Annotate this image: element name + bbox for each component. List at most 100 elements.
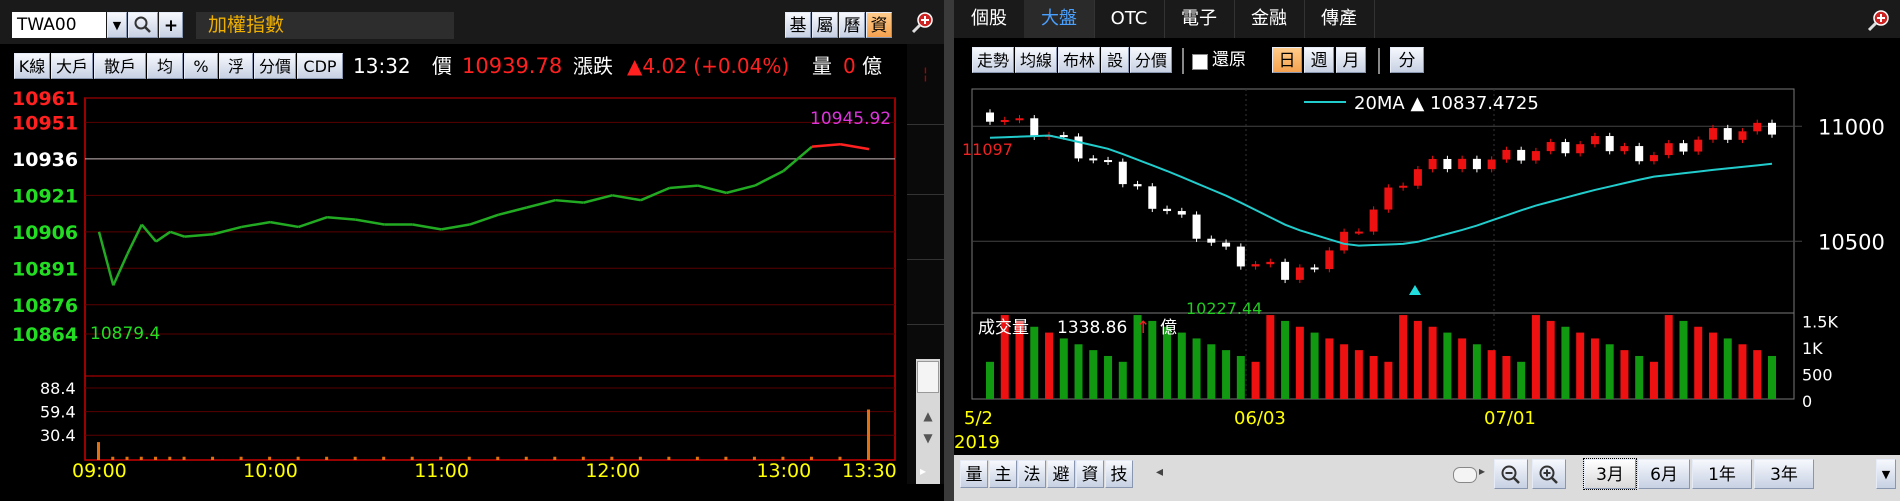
tab-3[interactable]: 電子: [1164, 0, 1235, 38]
price-line-segment: [555, 198, 584, 204]
volume-tick-label: 500: [1802, 365, 1833, 384]
info-button-attribute[interactable]: 屬: [812, 12, 838, 38]
tool-bollinger[interactable]: 布林: [1058, 47, 1100, 73]
candle-body: [1413, 169, 1422, 186]
bottom-tool-0[interactable]: 量: [960, 460, 988, 488]
candle-body: [1369, 209, 1378, 232]
volume-bar: [1635, 355, 1644, 399]
bottom-tool-5[interactable]: 技: [1105, 460, 1133, 488]
candle-body: [986, 112, 994, 122]
volume-bar: [410, 456, 414, 460]
tool-kline[interactable]: K線: [14, 53, 50, 79]
tool-average[interactable]: 均: [147, 53, 183, 79]
side-marker: ¦: [907, 44, 944, 125]
volume-bar: [610, 456, 614, 460]
zoom-in-icon-right[interactable]: [1866, 8, 1892, 38]
add-button[interactable]: +: [159, 12, 183, 38]
symbol-dropdown-icon[interactable]: ▼: [107, 12, 127, 38]
volume-value: 0: [843, 54, 856, 78]
price-tick-label: 10864: [12, 324, 78, 346]
symbol-input[interactable]: TWA00: [12, 12, 106, 38]
info-button-calendar[interactable]: 曆: [839, 12, 865, 38]
info-button-data[interactable]: 資: [866, 12, 892, 38]
restore-checkbox[interactable]: [1192, 54, 1208, 70]
volume-bar: [1074, 344, 1083, 399]
price-line-segment: [269, 220, 299, 229]
volume-bar: [154, 456, 158, 460]
scroll-left-icon[interactable]: ◂: [1156, 464, 1163, 480]
tool-settings[interactable]: 設: [1101, 47, 1129, 73]
year-label: 2019: [954, 432, 1000, 453]
daily-panel: 個股 大盤 OTC 電子 金融 傳產 走勢 均線 布林 設 分價 還原 日 週 月 分 1…: [954, 0, 1900, 501]
bottom-tool-3[interactable]: 避: [1047, 460, 1075, 488]
search-icon[interactable]: [128, 12, 158, 38]
candle-body: [1620, 146, 1629, 152]
tool-percent[interactable]: %: [184, 53, 218, 79]
scroll-up-icon[interactable]: ▲: [918, 409, 938, 427]
price-line-segment: [212, 225, 242, 236]
expand-arrow-icon[interactable]: ▸: [920, 464, 926, 478]
info-button-basic[interactable]: 基: [785, 12, 811, 38]
zoom-out-icon[interactable]: [1494, 459, 1528, 489]
candle-body: [1679, 143, 1688, 152]
tool-trend[interactable]: 走勢: [972, 47, 1014, 73]
candle-body: [1443, 158, 1452, 170]
candle-body: [1428, 158, 1437, 170]
intraday-chart: 1096110951 10936 10921 10906 10891 10876 10864…: [12, 88, 897, 482]
zoom-in-button-icon[interactable]: [1532, 459, 1566, 489]
range-button-0[interactable]: 3月: [1583, 458, 1637, 490]
tool-retail[interactable]: 散戶: [94, 53, 146, 79]
volume-bar: [1207, 344, 1216, 399]
volume-bar: [1768, 355, 1776, 399]
tool-large-holders[interactable]: 大戶: [51, 53, 93, 79]
volume-bar: [667, 456, 671, 460]
minute-button[interactable]: 分: [1390, 47, 1424, 73]
tool-cdp[interactable]: CDP: [297, 53, 343, 79]
range-dropdown-icon[interactable]: ▼: [1876, 459, 1896, 489]
slider-handle[interactable]: [1453, 467, 1477, 483]
range-button-3[interactable]: 3年: [1754, 459, 1814, 489]
tool-float[interactable]: 浮: [219, 53, 253, 79]
volume-bar: [1546, 320, 1555, 399]
volume-bar: [1236, 355, 1245, 399]
range-button-1[interactable]: 6月: [1638, 459, 1690, 489]
price-line-segment: [155, 230, 172, 243]
tool-moving-average[interactable]: 均線: [1015, 47, 1057, 73]
panel-divider[interactable]: [944, 0, 954, 501]
volume-bar: [752, 456, 756, 460]
date-tick-label: 06/03: [1234, 408, 1286, 429]
tab-2[interactable]: OTC: [1094, 0, 1165, 38]
volume-bar: [1310, 332, 1319, 399]
volume-bar: [496, 456, 500, 460]
candle-body: [1192, 214, 1201, 239]
tool-price-dist[interactable]: 分價: [254, 53, 296, 79]
price-line-segment: [697, 184, 727, 195]
volume-bar: [781, 456, 785, 460]
tab-0[interactable]: 個股: [954, 0, 1025, 38]
period-month[interactable]: 月: [1336, 47, 1366, 73]
period-day[interactable]: 日: [1272, 47, 1302, 73]
tab-5[interactable]: 傳產: [1304, 0, 1375, 38]
volume-bar: [1620, 350, 1629, 399]
volume-bar: [986, 361, 994, 399]
bottom-tool-1[interactable]: 主: [989, 460, 1017, 488]
volume-bar: [1517, 361, 1526, 399]
daily-chart: 11000 10500 20MA ▲ 10837.4725 11097 10227.44…: [954, 88, 1885, 453]
tab-1[interactable]: 大盤: [1024, 0, 1095, 38]
bottom-tool-2[interactable]: 法: [1018, 460, 1046, 488]
side-strip: ¦ ▲ ▼ ▸: [907, 44, 944, 484]
scrollbar-thumb[interactable]: [917, 361, 939, 393]
volume-bar: [1413, 320, 1422, 399]
range-button-2[interactable]: 1年: [1692, 459, 1752, 489]
tool-price-dist-right[interactable]: 分價: [1130, 47, 1172, 73]
period-week[interactable]: 週: [1304, 47, 1334, 73]
zoom-in-icon[interactable]: [910, 10, 936, 40]
price-line-segment: [184, 233, 214, 238]
volume-bar: [1664, 315, 1673, 399]
volume-bar: [1561, 326, 1570, 399]
daily-price-tick: 11000: [1818, 115, 1885, 139]
scroll-down-icon[interactable]: ▼: [918, 431, 938, 449]
slider-right-icon[interactable]: ▸: [1479, 464, 1485, 478]
tab-4[interactable]: 金融: [1234, 0, 1305, 38]
bottom-tool-4[interactable]: 資: [1076, 460, 1104, 488]
